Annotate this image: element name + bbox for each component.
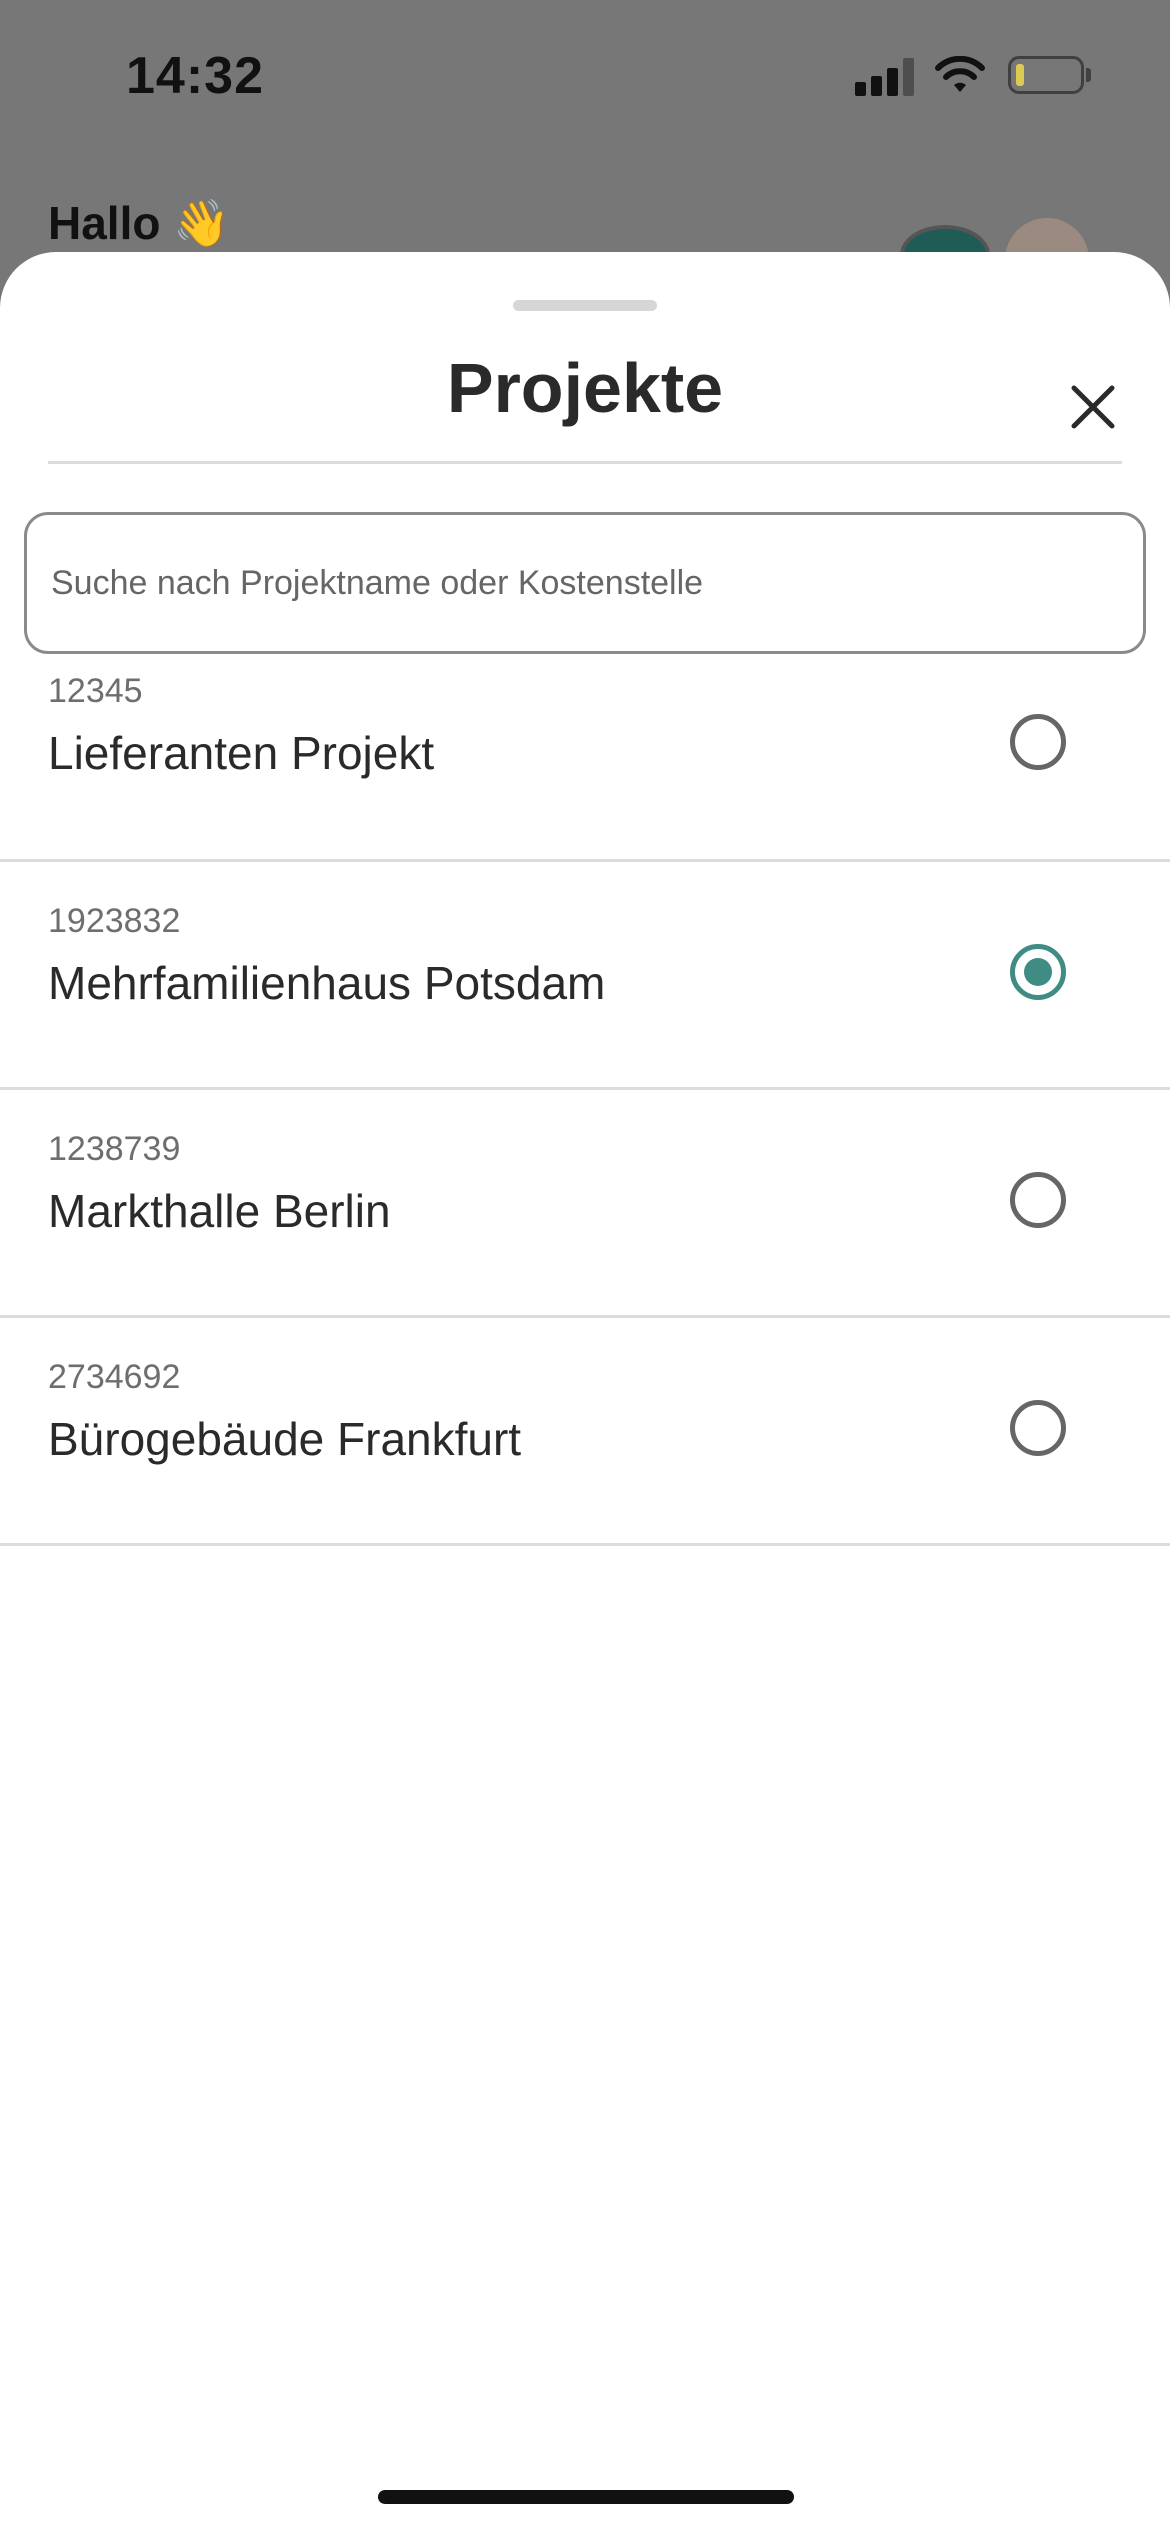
project-name: Mehrfamilienhaus Potsdam: [48, 957, 606, 1009]
status-time: 14:32: [126, 47, 264, 105]
project-code: 1923832: [48, 902, 181, 940]
project-list: 12345 Lieferanten Projekt 1923832 Mehrfa…: [0, 654, 1170, 1546]
sheet-title: Projekte: [446, 349, 724, 427]
status-bar: 14:32: [0, 0, 1170, 150]
radio-button[interactable]: [1010, 1172, 1066, 1228]
radio-button[interactable]: [1010, 1400, 1066, 1456]
battery-tip: [1086, 68, 1091, 82]
project-row[interactable]: 1923832 Mehrfamilienhaus Potsdam: [0, 862, 1170, 1090]
radio-button[interactable]: [1010, 714, 1066, 770]
battery-icon: [1008, 56, 1084, 94]
header-divider: [48, 461, 1122, 464]
project-name: Bürogebäude Frankfurt: [48, 1413, 522, 1465]
project-name: Lieferanten Projekt: [48, 727, 435, 779]
cellular-signal-icon: [855, 58, 915, 96]
project-code: 1238739: [48, 1130, 181, 1168]
sheet-grabber[interactable]: [513, 300, 657, 311]
close-button[interactable]: [1062, 376, 1124, 438]
search-field[interactable]: [24, 512, 1146, 654]
home-indicator[interactable]: [378, 2490, 794, 2504]
project-code: 12345: [48, 672, 143, 710]
project-name: Markthalle Berlin: [48, 1185, 391, 1237]
projects-sheet: Projekte 12345 Lieferanten Projekt 19238…: [0, 252, 1170, 2532]
close-icon: [1071, 385, 1115, 429]
project-code: 2734692: [48, 1358, 181, 1396]
wifi-icon: [935, 56, 985, 92]
radio-button-selected[interactable]: [1010, 944, 1066, 1000]
project-row[interactable]: 1238739 Markthalle Berlin: [0, 1090, 1170, 1318]
waving-hand-icon: 👋: [173, 197, 231, 249]
project-row[interactable]: 2734692 Bürogebäude Frankfurt: [0, 1318, 1170, 1546]
greeting-text: Hallo 👋: [48, 197, 231, 249]
search-input[interactable]: [51, 515, 1111, 651]
project-row[interactable]: 12345 Lieferanten Projekt: [0, 654, 1170, 862]
